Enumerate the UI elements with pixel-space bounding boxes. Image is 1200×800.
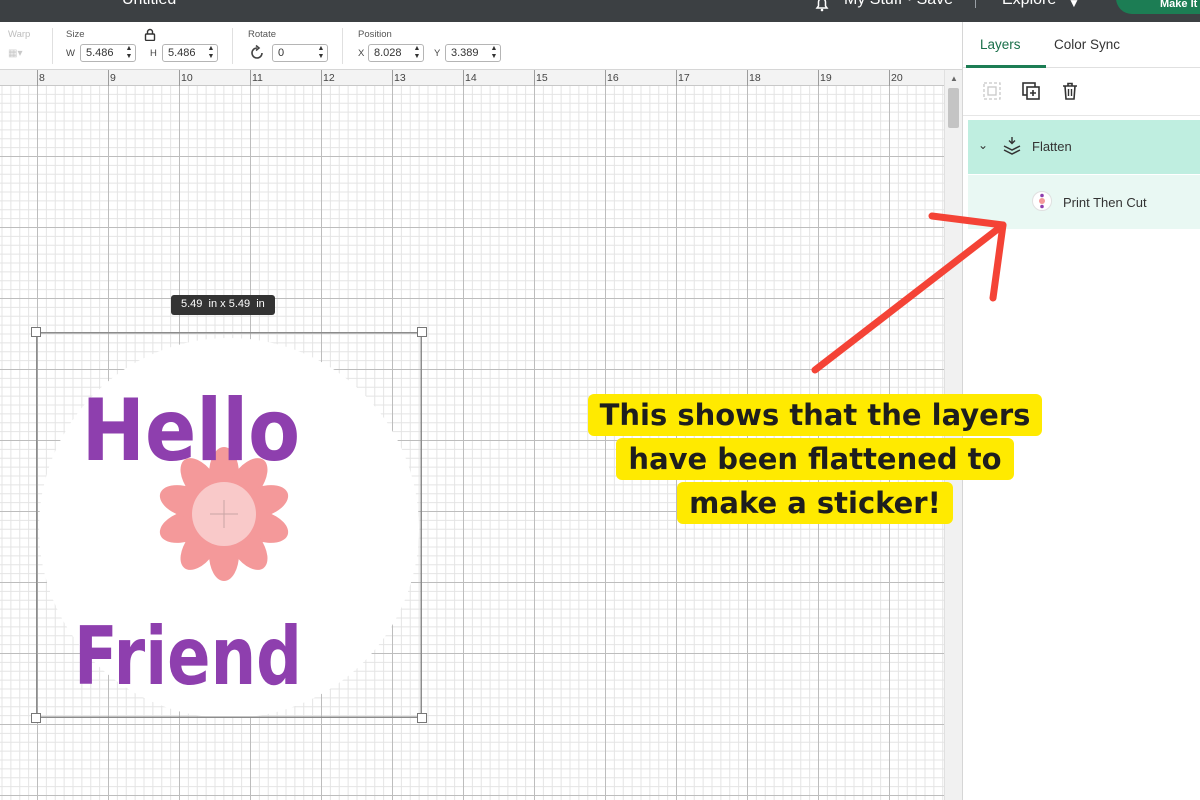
y-label: Y: [434, 48, 441, 59]
ruler-tick: [463, 70, 464, 86]
save-separator: ·: [902, 0, 916, 8]
explore-menu[interactable]: Explore: [1002, 0, 1056, 9]
layer-item-print-then-cut[interactable]: Print Then Cut: [968, 175, 1200, 229]
ruler-tick: [534, 70, 535, 86]
size-tooltip: 5.49 in x 5.49 in: [171, 295, 275, 315]
layer-item-name: Print Then Cut: [1063, 195, 1147, 210]
ruler-tick: [605, 70, 606, 86]
annotation-callout: This shows that the layers have been fla…: [585, 392, 1045, 524]
rotate-stepper-icon[interactable]: ▲ ▼: [316, 45, 326, 61]
annotation-line-1: This shows that the layers: [587, 394, 1043, 436]
position-y-stepper-icon[interactable]: ▲ ▼: [489, 45, 499, 61]
ruler-tick: [250, 70, 251, 86]
tab-color-sync[interactable]: Color Sync: [1054, 37, 1120, 52]
selection-box: [36, 332, 422, 718]
edit-toolbar: Warp ▦▾ Size W 5.486 ▲ ▼ H 5.486 ▲ ▼ Rotat…: [0, 22, 962, 70]
panel-tabs: Layers Color Sync: [963, 22, 1200, 68]
position-label: Position: [358, 29, 392, 40]
make-it-button[interactable]: Make It: [1116, 0, 1200, 14]
ruler-number: 18: [749, 72, 761, 84]
height-stepper-icon[interactable]: ▲ ▼: [206, 45, 216, 61]
ruler-tick: [392, 70, 393, 86]
warp-label: Warp: [8, 29, 31, 40]
layer-thumbnail: [1032, 191, 1052, 211]
ruler-number: 19: [820, 72, 832, 84]
toolbar-divider: [52, 28, 53, 64]
my-stuff-save[interactable]: My Stuff · Save: [844, 0, 953, 9]
resize-handle-bottom-right[interactable]: [417, 713, 427, 723]
ruler-number: 14: [465, 72, 477, 84]
sticker-design[interactable]: Hello Friend: [31, 327, 427, 723]
annotation-line-2: have been flattened to: [616, 438, 1014, 480]
ruler-number: 13: [394, 72, 406, 84]
save-button[interactable]: Save: [917, 0, 953, 8]
ruler-tick: [818, 70, 819, 86]
group-icon[interactable]: [981, 80, 1003, 102]
scrollbar-thumb[interactable]: [948, 88, 959, 128]
size-label: Size: [66, 29, 85, 40]
design-space-app: Untitled My Stuff · Save Explore ▼ Make …: [0, 0, 1200, 800]
warp-icon: ▦▾: [8, 48, 23, 59]
chevron-down-icon[interactable]: ⌄: [978, 138, 988, 152]
document-title[interactable]: Untitled: [122, 0, 176, 9]
x-label: X: [358, 48, 365, 59]
tab-layers[interactable]: Layers: [980, 37, 1021, 52]
position-x-stepper-icon[interactable]: ▲ ▼: [412, 45, 422, 61]
width-label: W: [66, 48, 75, 59]
notification-bell-icon[interactable]: [812, 0, 832, 14]
ruler-number: 20: [891, 72, 903, 84]
duplicate-icon[interactable]: [1020, 80, 1042, 102]
ruler-number: 8: [39, 72, 45, 84]
horizontal-ruler: 8 9 10 11 12 13 14 15 16 17 18 19 20: [0, 70, 944, 86]
width-stepper-icon[interactable]: ▲ ▼: [124, 45, 134, 61]
ruler-tick: [321, 70, 322, 86]
annotation-line-3: make a sticker!: [677, 482, 953, 524]
rotate-label: Rotate: [248, 29, 276, 40]
ruler-tick: [179, 70, 180, 86]
ruler-number: 10: [181, 72, 193, 84]
ruler-tick: [676, 70, 677, 86]
ruler-number: 12: [323, 72, 335, 84]
toolbar-divider: [342, 28, 343, 64]
layer-group-name: Flatten: [1032, 139, 1072, 154]
ruler-number: 16: [607, 72, 619, 84]
resize-handle-bottom-left[interactable]: [31, 713, 41, 723]
height-label: H: [150, 48, 157, 59]
ruler-number: 9: [110, 72, 116, 84]
ruler-tick: [889, 70, 890, 86]
layer-group-flatten[interactable]: ⌄ Flatten: [968, 120, 1200, 174]
ruler-number: 15: [536, 72, 548, 84]
lock-icon[interactable]: [144, 28, 156, 46]
ruler-number: 17: [678, 72, 690, 84]
toolbar-divider: [232, 28, 233, 64]
scroll-up-icon[interactable]: ▲: [950, 74, 958, 83]
resize-handle-top-left[interactable]: [31, 327, 41, 337]
ruler-tick: [37, 70, 38, 86]
resize-handle-top-right[interactable]: [417, 327, 427, 337]
ruler-number: 11: [252, 72, 263, 84]
ruler-tick: [747, 70, 748, 86]
my-stuff-link[interactable]: My Stuff: [844, 0, 902, 8]
rotate-icon[interactable]: [248, 44, 266, 67]
topbar-divider: [975, 0, 976, 8]
chevron-down-icon[interactable]: ▼: [1068, 0, 1080, 10]
delete-icon[interactable]: [1059, 80, 1081, 102]
flatten-icon: [1001, 135, 1023, 162]
ruler-tick: [108, 70, 109, 86]
top-bar: Untitled My Stuff · Save Explore ▼ Make …: [0, 0, 1200, 22]
